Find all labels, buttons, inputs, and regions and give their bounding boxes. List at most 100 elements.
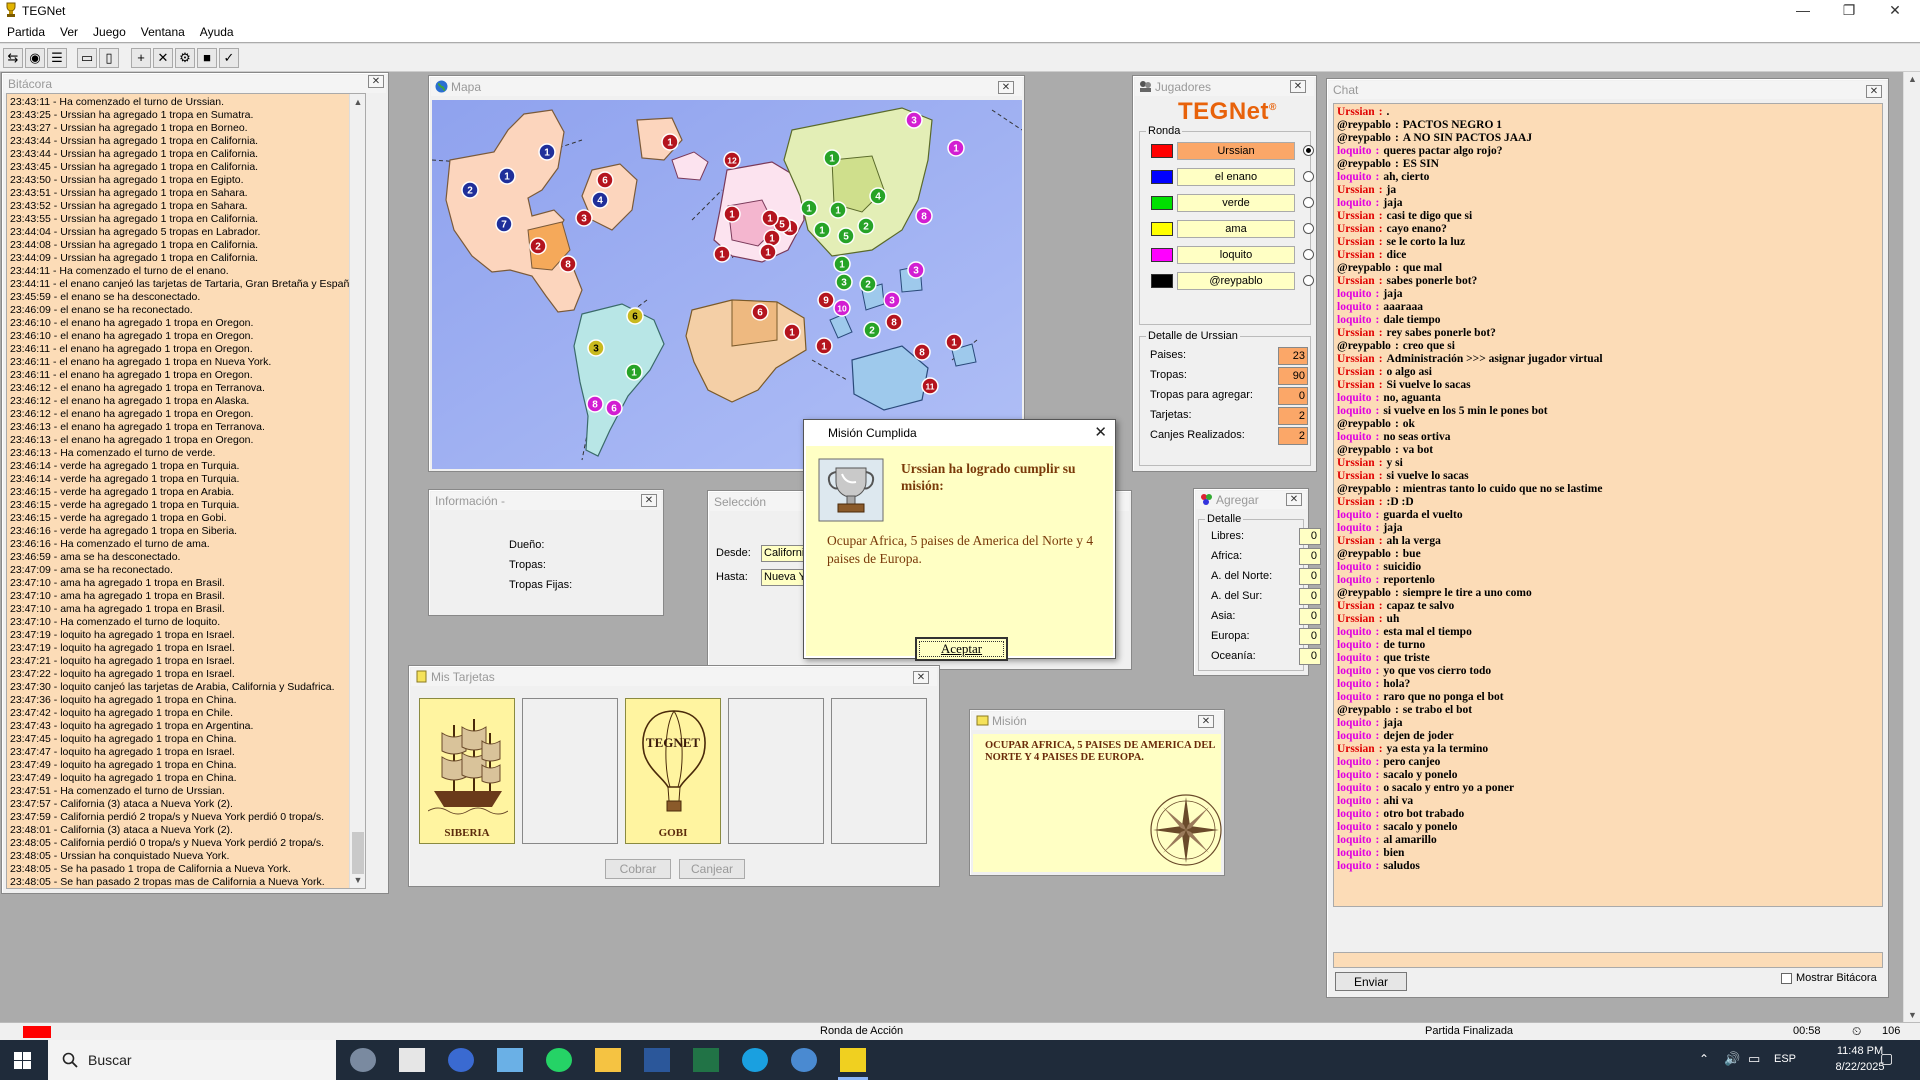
army-marker[interactable]: 8: [559, 255, 577, 273]
army-marker[interactable]: 2: [529, 237, 547, 255]
country-card[interactable]: SIBERIA: [419, 698, 515, 844]
menu-partida[interactable]: Partida: [0, 22, 53, 39]
notifications-icon[interactable]: ▢: [1880, 1050, 1893, 1067]
excel-icon[interactable]: [693, 1048, 719, 1072]
log-close-button[interactable]: ✕: [368, 75, 384, 88]
player-row[interactable]: verde: [1151, 194, 1314, 212]
army-marker[interactable]: 5: [837, 227, 855, 245]
army-marker[interactable]: 9: [817, 291, 835, 309]
scroll-down-icon[interactable]: ▼: [1904, 1010, 1920, 1020]
note-icon[interactable]: ▯: [99, 48, 119, 68]
army-marker[interactable]: 1: [661, 133, 679, 151]
card-slot-empty[interactable]: [831, 698, 927, 844]
steam-icon[interactable]: [791, 1048, 817, 1072]
army-marker[interactable]: 6: [751, 303, 769, 321]
player-turn-radio[interactable]: [1303, 145, 1314, 156]
taskbar-search-box[interactable]: Buscar: [48, 1040, 336, 1080]
army-marker[interactable]: 1: [625, 363, 643, 381]
player-turn-radio[interactable]: [1303, 249, 1314, 260]
army-marker[interactable]: 4: [869, 187, 887, 205]
player-row[interactable]: ama: [1151, 220, 1314, 238]
windows-start-icon[interactable]: [14, 1052, 31, 1069]
attack-icon[interactable]: ✕: [153, 48, 173, 68]
stop-icon[interactable]: ■: [197, 48, 217, 68]
notepad-app-icon[interactable]: [497, 1048, 523, 1072]
army-marker[interactable]: 8: [885, 313, 903, 331]
mission-close-button[interactable]: ✕: [1198, 715, 1214, 728]
maximize-button[interactable]: ❐: [1826, 0, 1872, 22]
player-row[interactable]: el enano: [1151, 168, 1314, 186]
army-marker[interactable]: 3: [587, 339, 605, 357]
army-marker[interactable]: 10: [833, 299, 851, 317]
army-marker[interactable]: 2: [857, 217, 875, 235]
army-marker[interactable]: 2: [859, 275, 877, 293]
army-marker[interactable]: 1: [815, 337, 833, 355]
settings-app-icon[interactable]: [350, 1048, 376, 1072]
player-row[interactable]: loquito: [1151, 246, 1314, 264]
army-marker[interactable]: 1: [800, 199, 818, 217]
army-marker[interactable]: 1: [829, 201, 847, 219]
country-card[interactable]: TEGNET GOBI: [625, 698, 721, 844]
player-row[interactable]: @reypablo: [1151, 272, 1314, 290]
chat-input[interactable]: [1333, 952, 1883, 968]
army-marker[interactable]: 1: [723, 205, 741, 223]
army-marker[interactable]: 8: [913, 343, 931, 361]
globe-icon[interactable]: ◉: [25, 48, 45, 68]
scroll-up-icon[interactable]: ▲: [1904, 74, 1920, 84]
army-marker[interactable]: 1: [823, 149, 841, 167]
log-scrollbar[interactable]: ▲ ▼: [349, 94, 365, 888]
map-close-button[interactable]: ✕: [998, 81, 1014, 94]
army-marker[interactable]: 1: [713, 245, 731, 263]
chat-close-button[interactable]: ✕: [1866, 85, 1882, 98]
word-icon[interactable]: [644, 1048, 670, 1072]
tegnet-app-icon[interactable]: [840, 1048, 866, 1072]
edge-icon[interactable]: [742, 1048, 768, 1072]
calculator-app-icon[interactable]: [399, 1048, 425, 1072]
players-close-button[interactable]: ✕: [1290, 80, 1306, 93]
list-icon[interactable]: ☰: [47, 48, 67, 68]
card-slot-empty[interactable]: [728, 698, 824, 844]
connect-icon[interactable]: ⇆: [3, 48, 23, 68]
file-explorer-icon[interactable]: [595, 1048, 621, 1072]
add-close-button[interactable]: ✕: [1286, 493, 1302, 506]
cards-close-button[interactable]: ✕: [913, 671, 929, 684]
player-turn-radio[interactable]: [1303, 223, 1314, 234]
army-marker[interactable]: 1: [761, 209, 779, 227]
send-button[interactable]: Enviar: [1335, 972, 1407, 991]
army-marker[interactable]: 1: [813, 221, 831, 239]
army-marker[interactable]: 8: [915, 207, 933, 225]
army-marker[interactable]: 1: [759, 243, 777, 261]
army-marker[interactable]: 12: [723, 151, 741, 169]
menu-ver[interactable]: Ver: [53, 22, 86, 39]
volume-icon[interactable]: 🔊: [1724, 1051, 1740, 1067]
army-marker[interactable]: 3: [905, 111, 923, 129]
army-marker[interactable]: 6: [605, 399, 623, 417]
world-map[interactable]: 121743286112111151169118811111 114213 2521…: [432, 100, 1022, 469]
collect-button[interactable]: Cobrar: [605, 859, 671, 879]
player-row[interactable]: Urssian: [1151, 142, 1314, 160]
army-marker[interactable]: 1: [538, 143, 556, 161]
army-marker[interactable]: 1: [783, 323, 801, 341]
army-marker[interactable]: 2: [863, 321, 881, 339]
scroll-thumb[interactable]: [352, 832, 364, 874]
army-marker[interactable]: 3: [883, 291, 901, 309]
menu-ayuda[interactable]: Ayuda: [193, 22, 242, 39]
close-button[interactable]: ✕: [1872, 0, 1918, 22]
player-turn-radio[interactable]: [1303, 171, 1314, 182]
army-marker[interactable]: 8: [586, 395, 604, 413]
add-icon[interactable]: +: [131, 48, 151, 68]
info-close-button[interactable]: ✕: [641, 494, 657, 507]
army-marker[interactable]: 1: [947, 139, 965, 157]
scroll-up-icon[interactable]: ▲: [350, 94, 365, 110]
globe-app-icon[interactable]: [448, 1048, 474, 1072]
army-marker[interactable]: 3: [835, 273, 853, 291]
whatsapp-icon[interactable]: [546, 1048, 572, 1072]
player-turn-radio[interactable]: [1303, 275, 1314, 286]
check-icon[interactable]: ✓: [219, 48, 239, 68]
card-slot-empty[interactable]: [522, 698, 618, 844]
language-indicator[interactable]: ESP: [1774, 1053, 1796, 1065]
card-icon[interactable]: ▭: [77, 48, 97, 68]
player-turn-radio[interactable]: [1303, 197, 1314, 208]
army-marker[interactable]: 2: [461, 181, 479, 199]
army-marker[interactable]: 6: [596, 171, 614, 189]
